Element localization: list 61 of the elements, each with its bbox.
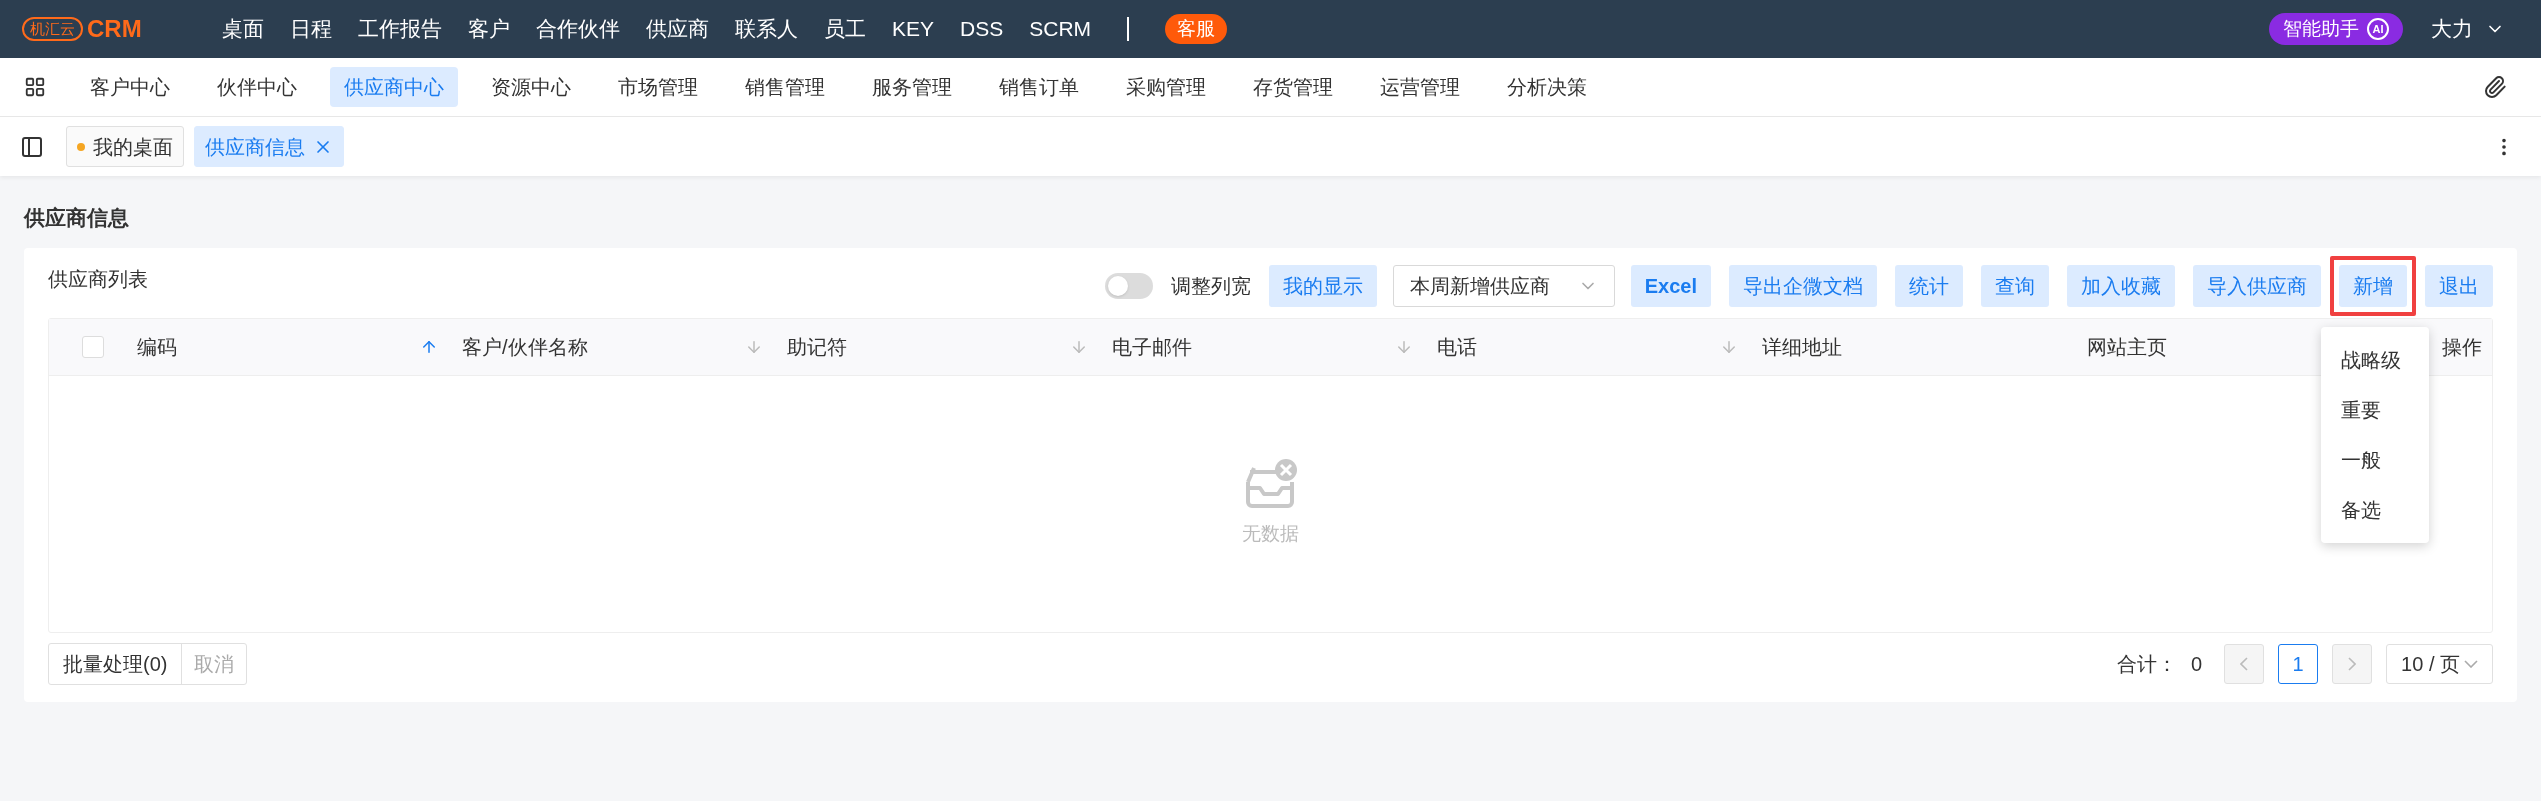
top-menu-item[interactable]: 日程 <box>290 13 332 45</box>
column-header: 详细地址 <box>1762 334 1842 360</box>
module-tab[interactable]: 伙伴中心 <box>203 67 311 107</box>
prev-page-button[interactable] <box>2224 643 2265 684</box>
module-tab[interactable]: 服务管理 <box>858 67 966 107</box>
top-menu-item[interactable]: DSS <box>960 13 1004 45</box>
menu-item[interactable]: 一般 <box>2321 434 2429 485</box>
user-menu[interactable]: 大力 <box>2431 13 2505 45</box>
page-title: 供应商信息 <box>24 205 130 231</box>
empty-text: 无数据 <box>1242 522 1299 547</box>
top-menu-item[interactable]: 员工 <box>824 13 866 45</box>
page-button[interactable]: 1 <box>2278 643 2319 684</box>
column-header: 编码 <box>137 334 177 360</box>
ai-badge: AI <box>2367 18 2389 40</box>
column-header: 网站主页 <box>2087 334 2167 360</box>
top-menu-item[interactable]: KEY <box>892 13 935 45</box>
filter-select[interactable]: 本周新增供应商 <box>1392 264 1615 307</box>
module-tab[interactable]: 采购管理 <box>1112 67 1220 107</box>
top-menu-item[interactable]: 合作伙伴 <box>536 13 620 45</box>
chevron-down-icon <box>2464 659 2478 668</box>
toggle-switch[interactable] <box>1104 272 1153 299</box>
column-header: 助记符 <box>787 334 847 360</box>
top-menu-item[interactable]: 联系人 <box>735 13 798 45</box>
menu-item[interactable]: 备选 <box>2321 484 2429 535</box>
total-label: 合计： <box>2116 651 2177 677</box>
column-header: 操作 <box>2442 334 2482 360</box>
page-size-select[interactable]: 10 / 页 <box>2386 643 2493 684</box>
top-menu-item[interactable]: 供应商 <box>646 13 709 45</box>
top-menu-item[interactable]: 桌面 <box>222 13 264 45</box>
module-tab[interactable]: 运营管理 <box>1366 67 1474 107</box>
chevron-left-icon <box>2240 656 2249 671</box>
next-page-button[interactable] <box>2332 643 2373 684</box>
module-tab[interactable]: 资源中心 <box>477 67 585 107</box>
top-menu-item[interactable]: SCRM <box>1029 13 1092 45</box>
top-menu-item[interactable]: 客户 <box>468 13 510 45</box>
page-tab[interactable]: 我的桌面 <box>66 126 184 167</box>
module-tab[interactable]: 客户中心 <box>76 67 184 107</box>
menu-item[interactable]: 重要 <box>2321 384 2429 435</box>
total-count: 0 <box>2190 651 2203 677</box>
module-tab[interactable]: 分析决策 <box>1493 67 1601 107</box>
list-title: 供应商列表 <box>48 266 148 292</box>
column-header: 电子邮件 <box>1112 334 1192 360</box>
module-tab[interactable]: 销售订单 <box>985 67 1093 107</box>
toggle-label: 调整列宽 <box>1170 273 1251 299</box>
column-header: 客户/伙伴名称 <box>462 334 588 360</box>
module-tab[interactable]: 销售管理 <box>731 67 839 107</box>
logo-name: CRM <box>87 14 142 44</box>
assistant-button[interactable]: 智能助手 AI <box>2269 12 2403 46</box>
logo-mark: 机汇云 <box>22 17 83 41</box>
batch-button[interactable]: 批量处理(0) <box>49 643 183 684</box>
module-tab[interactable]: 市场管理 <box>604 67 712 107</box>
module-tab[interactable]: 存货管理 <box>1239 67 1347 107</box>
top-menu-item[interactable]: 工作报告 <box>358 13 442 45</box>
paperclip-icon[interactable] <box>2483 75 2507 99</box>
apps-icon[interactable] <box>24 76 46 98</box>
chevron-right-icon <box>2348 656 2357 671</box>
sidebar-toggle-icon[interactable] <box>20 134 44 159</box>
menu-item[interactable]: 战略级 <box>2321 334 2429 385</box>
column-header: 电话 <box>1437 334 1477 360</box>
select-all-checkbox[interactable] <box>82 335 104 358</box>
empty-inbox-icon <box>1243 458 1298 511</box>
